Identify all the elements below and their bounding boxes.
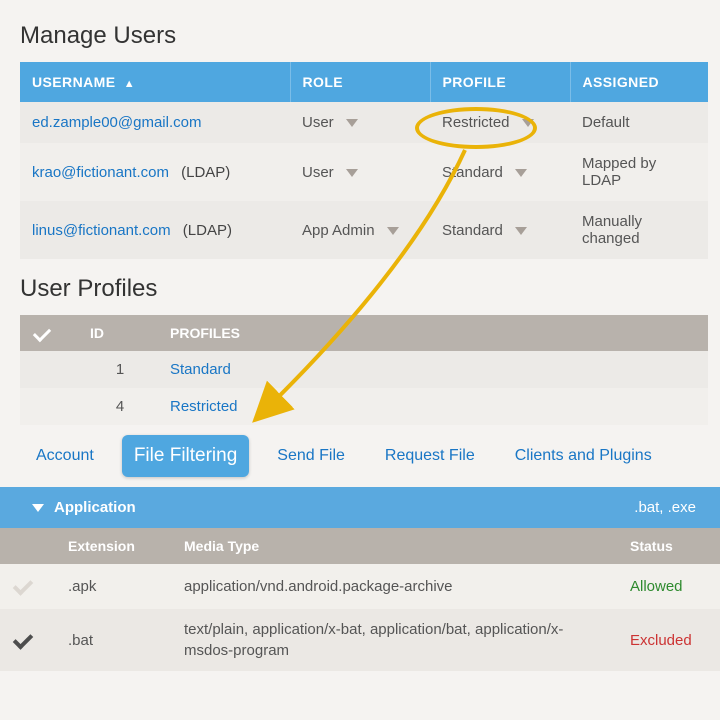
role-value: User	[302, 164, 334, 181]
filter-row: .bat text/plain, application/x-bat, appl…	[0, 609, 720, 671]
username-link[interactable]: krao@fictionant.com	[32, 164, 169, 181]
profile-link-standard[interactable]: Standard	[170, 361, 231, 378]
tab-request-file[interactable]: Request File	[373, 437, 487, 475]
profile-id: 4	[80, 388, 160, 425]
chevron-down-icon	[32, 504, 44, 512]
col-header-username[interactable]: USERNAME ▲	[20, 62, 290, 102]
file-filter-header: Extension Media Type Status	[0, 528, 720, 564]
profiles-header-row: ID PROFILES	[20, 315, 708, 351]
caret-down-icon	[522, 119, 534, 127]
application-group-bar[interactable]: Application .bat, .exe	[0, 487, 720, 528]
profile-row-checkbox[interactable]	[20, 351, 80, 388]
filter-media-type: application/vnd.android.package-archive	[174, 566, 620, 607]
filter-extension: .apk	[58, 564, 174, 609]
profile-value: Standard	[442, 164, 503, 181]
profile-row: 4 Restricted	[20, 388, 708, 425]
user-row: ed.zample00@gmail.com User Restricted De…	[20, 102, 708, 143]
filter-extension: .bat	[58, 618, 174, 663]
profile-value: Restricted	[442, 114, 510, 131]
caret-down-icon	[515, 169, 527, 177]
profile-row: 1 Standard	[20, 351, 708, 388]
role-value: App Admin	[302, 222, 375, 239]
role-dropdown[interactable]: User	[302, 114, 358, 131]
username-link[interactable]: ed.zample00@gmail.com	[32, 114, 201, 131]
col-header-role[interactable]: ROLE	[290, 62, 430, 102]
assigned-value: Default	[570, 102, 708, 143]
profile-value: Standard	[442, 222, 503, 239]
tab-file-filtering[interactable]: File Filtering	[122, 435, 249, 477]
caret-down-icon	[346, 119, 358, 127]
filter-media-type: text/plain, application/x-bat, applicati…	[174, 609, 620, 671]
application-group-summary: .bat, .exe	[634, 499, 696, 516]
profiles-select-all[interactable]	[20, 315, 80, 351]
tab-clients-plugins[interactable]: Clients and Plugins	[503, 437, 664, 475]
check-icon	[13, 629, 34, 650]
assigned-value: Manually changed	[570, 201, 708, 259]
caret-down-icon	[346, 169, 358, 177]
filter-row: .apk application/vnd.android.package-arc…	[0, 564, 720, 609]
ldap-tag: (LDAP)	[183, 222, 232, 239]
col-header-profile[interactable]: PROFILE	[430, 62, 570, 102]
caret-down-icon	[387, 227, 399, 235]
profile-dropdown[interactable]: Standard	[442, 222, 527, 239]
user-profiles-title: User Profiles	[20, 275, 708, 303]
ldap-tag: (LDAP)	[181, 164, 230, 181]
role-dropdown[interactable]: User	[302, 164, 358, 181]
check-icon	[33, 324, 51, 342]
user-row: krao@fictionant.com (LDAP) User Standard…	[20, 143, 708, 201]
profile-id: 1	[80, 351, 160, 388]
col-header-profiles[interactable]: PROFILES	[160, 315, 708, 351]
col-header-username-label: USERNAME	[32, 74, 115, 90]
filter-status: Allowed	[620, 564, 720, 609]
col-header-id[interactable]: ID	[80, 315, 160, 351]
profile-dropdown[interactable]: Restricted	[442, 114, 534, 131]
manage-users-table: USERNAME ▲ ROLE PROFILE ASSIGNED ed.zamp…	[20, 62, 708, 259]
caret-down-icon	[515, 227, 527, 235]
col-header-assigned[interactable]: ASSIGNED	[570, 62, 708, 102]
profile-dropdown[interactable]: Standard	[442, 164, 527, 181]
profile-row-checkbox[interactable]	[20, 388, 80, 425]
filter-row-checkbox[interactable]	[0, 564, 58, 609]
manage-users-title: Manage Users	[20, 22, 708, 50]
col-header-media-type[interactable]: Media Type	[174, 528, 620, 564]
assigned-value: Mapped by LDAP	[570, 143, 708, 201]
role-value: User	[302, 114, 334, 131]
application-group-label: Application	[54, 499, 136, 516]
profile-tabs: Account File Filtering Send File Request…	[20, 435, 708, 477]
col-header-extension[interactable]: Extension	[58, 528, 174, 564]
tab-account[interactable]: Account	[24, 437, 106, 475]
profile-link-restricted[interactable]: Restricted	[170, 398, 238, 415]
tab-send-file[interactable]: Send File	[265, 437, 357, 475]
col-header-status[interactable]: Status	[620, 528, 720, 564]
filter-status: Excluded	[620, 618, 720, 663]
filter-row-checkbox[interactable]	[0, 618, 58, 663]
user-row: linus@fictionant.com (LDAP) App Admin St…	[20, 201, 708, 259]
sort-ascending-icon: ▲	[124, 78, 135, 90]
role-dropdown[interactable]: App Admin	[302, 222, 399, 239]
username-link[interactable]: linus@fictionant.com	[32, 222, 171, 239]
check-icon	[13, 575, 34, 596]
